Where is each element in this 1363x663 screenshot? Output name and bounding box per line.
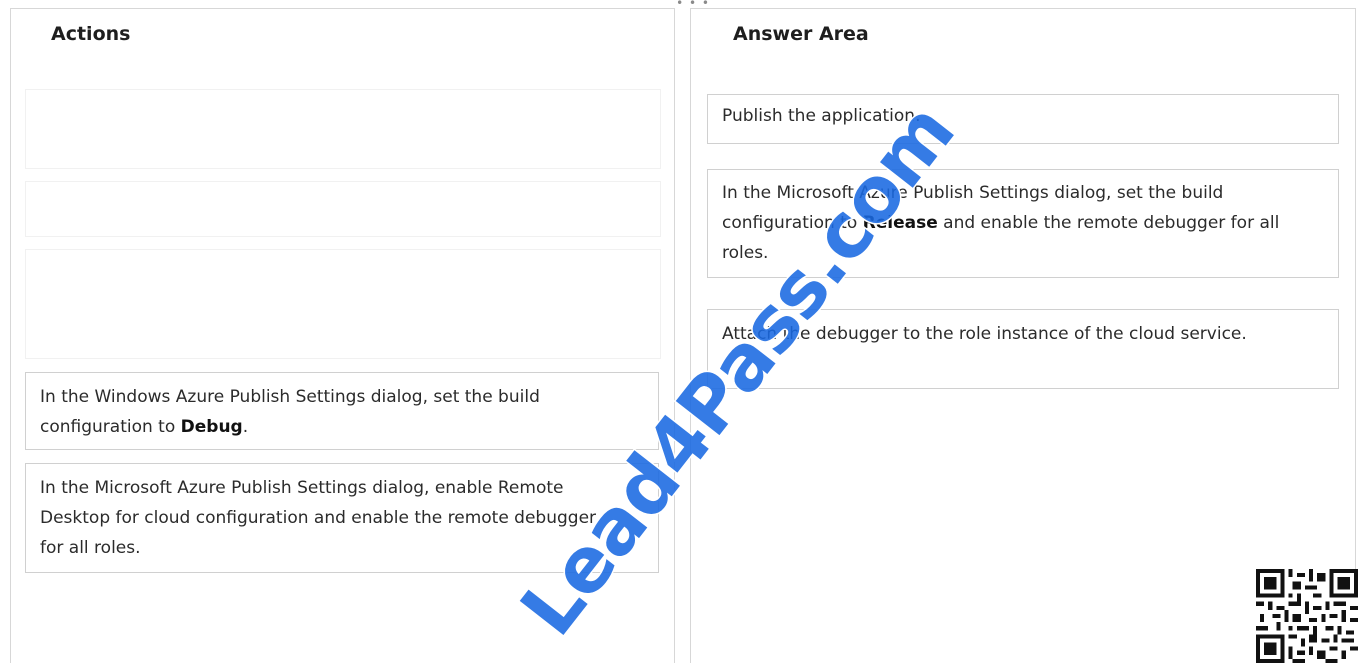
- answer-item-text: Attach the debugger to the role instance…: [722, 324, 1247, 344]
- answer-area-panel: Answer Area Publish the application. In …: [690, 8, 1356, 663]
- action-item-bold-text: Debug: [180, 417, 243, 437]
- qr-code-icon: [1255, 569, 1359, 663]
- actions-panel: Actions In the Windows Azure Publish Set…: [10, 8, 675, 663]
- splitter-handle-icon[interactable]: • • •: [673, 0, 713, 9]
- action-item-remote-desktop[interactable]: In the Microsoft Azure Publish Settings …: [25, 463, 659, 573]
- answer-area-title: Answer Area: [733, 23, 869, 45]
- empty-action-slot: [25, 249, 661, 359]
- empty-action-slot: [25, 181, 661, 237]
- action-item-debug-build[interactable]: In the Windows Azure Publish Settings di…: [25, 372, 659, 450]
- action-item-text: In the Windows Azure Publish Settings di…: [40, 387, 540, 437]
- answer-item-bold-text: Release: [862, 213, 938, 233]
- action-item-text-end: .: [242, 417, 249, 437]
- drag-drop-exercise: • • • Actions In the Windows Azure Publi…: [0, 0, 1363, 663]
- actions-panel-title: Actions: [51, 23, 131, 45]
- answer-item-text: Publish the application.: [722, 106, 921, 126]
- answer-item-release-build[interactable]: In the Microsoft Azure Publish Settings …: [707, 169, 1339, 278]
- empty-action-slot: [25, 89, 661, 169]
- answer-item-attach-debugger[interactable]: Attach the debugger to the role instance…: [707, 309, 1339, 389]
- answer-item-publish[interactable]: Publish the application.: [707, 94, 1339, 144]
- action-item-text: In the Microsoft Azure Publish Settings …: [40, 478, 597, 558]
